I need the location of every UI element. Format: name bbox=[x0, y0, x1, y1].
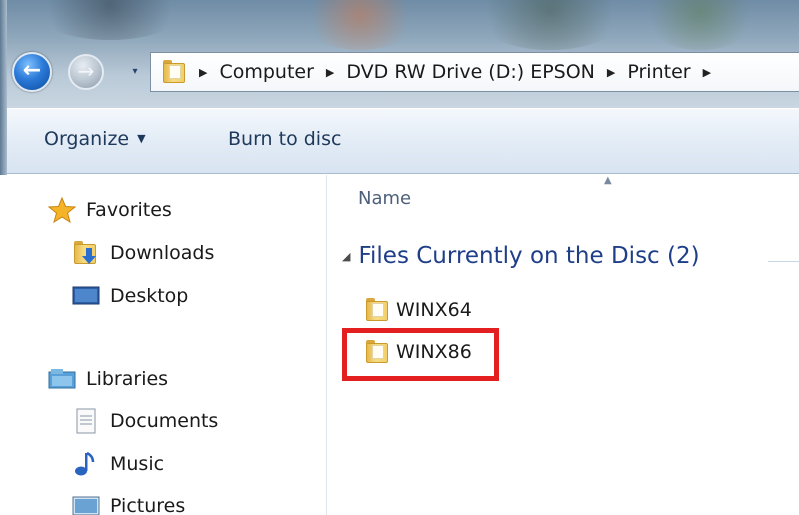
breadcrumb-chevron-icon[interactable]: ▶ bbox=[607, 66, 615, 79]
nav-item-favorites[interactable]: Favorites bbox=[47, 196, 172, 224]
list-item-winx64[interactable]: WINX64 bbox=[364, 297, 472, 323]
libraries-icon bbox=[48, 366, 76, 392]
address-bar[interactable]: ▶ Computer ▶ DVD RW Drive (D:) EPSON ▶ P… bbox=[150, 52, 799, 92]
breadcrumb-printer[interactable]: Printer bbox=[627, 61, 690, 83]
navigation-pane: Favorites Downloads Desktop Libraries Do… bbox=[0, 175, 327, 515]
organize-label: Organize bbox=[44, 128, 130, 150]
breadcrumb-computer[interactable]: Computer bbox=[219, 61, 313, 83]
group-divider bbox=[768, 261, 799, 262]
organize-button[interactable]: Organize ▼ bbox=[44, 128, 146, 150]
command-toolbar: Organize ▼ Burn to disc bbox=[0, 108, 799, 174]
star-icon bbox=[47, 196, 77, 224]
collapse-triangle-icon[interactable]: ◢ bbox=[342, 250, 350, 263]
window-title-area: ← → ▾ ▶ Computer ▶ DVD RW Drive (D:) EPS… bbox=[0, 0, 799, 108]
breadcrumb-chevron-icon[interactable]: ▶ bbox=[199, 66, 207, 79]
downloads-folder-icon bbox=[72, 240, 100, 266]
breadcrumb-chevron-icon[interactable]: ▶ bbox=[326, 66, 334, 79]
file-name: WINX64 bbox=[396, 299, 472, 321]
forward-button[interactable]: → bbox=[68, 54, 104, 90]
folder-icon bbox=[364, 297, 390, 323]
documents-icon bbox=[72, 408, 100, 434]
burn-to-disc-button[interactable]: Burn to disc bbox=[228, 128, 341, 150]
nav-label: Documents bbox=[110, 410, 219, 432]
back-arrow-icon: ← bbox=[22, 58, 42, 83]
back-button[interactable]: ← bbox=[12, 52, 52, 92]
chevron-down-icon: ▾ bbox=[132, 66, 138, 77]
chevron-down-icon: ▼ bbox=[137, 132, 146, 145]
nav-label: Favorites bbox=[86, 199, 172, 221]
breadcrumb-dvd-drive[interactable]: DVD RW Drive (D:) EPSON bbox=[346, 61, 595, 83]
folder-icon bbox=[161, 59, 187, 85]
desktop-icon bbox=[72, 283, 100, 309]
music-note-icon bbox=[72, 451, 100, 477]
column-header-name[interactable]: Name bbox=[358, 188, 411, 209]
recent-pages-button[interactable]: ▾ bbox=[128, 66, 142, 78]
nav-label: Music bbox=[110, 453, 165, 475]
nav-item-pictures[interactable]: Pictures bbox=[72, 493, 185, 515]
nav-item-libraries[interactable]: Libraries bbox=[48, 366, 168, 392]
group-title: Files Currently on the Disc (2) bbox=[358, 243, 700, 269]
pictures-icon bbox=[72, 493, 100, 515]
group-header[interactable]: ◢ Files Currently on the Disc (2) bbox=[342, 243, 700, 269]
nav-item-desktop[interactable]: Desktop bbox=[72, 283, 188, 309]
breadcrumb-chevron-icon[interactable]: ▶ bbox=[703, 66, 711, 79]
nav-label: Desktop bbox=[110, 285, 189, 307]
nav-item-documents[interactable]: Documents bbox=[72, 408, 218, 434]
sort-ascending-icon: ▲ bbox=[604, 175, 612, 186]
nav-label: Libraries bbox=[86, 368, 169, 390]
nav-label: Downloads bbox=[110, 242, 215, 264]
highlight-annotation-box bbox=[342, 328, 499, 381]
nav-item-music[interactable]: Music bbox=[72, 451, 164, 477]
nav-label: Pictures bbox=[110, 495, 186, 515]
forward-arrow-icon: → bbox=[77, 59, 95, 83]
nav-item-downloads[interactable]: Downloads bbox=[72, 240, 214, 266]
